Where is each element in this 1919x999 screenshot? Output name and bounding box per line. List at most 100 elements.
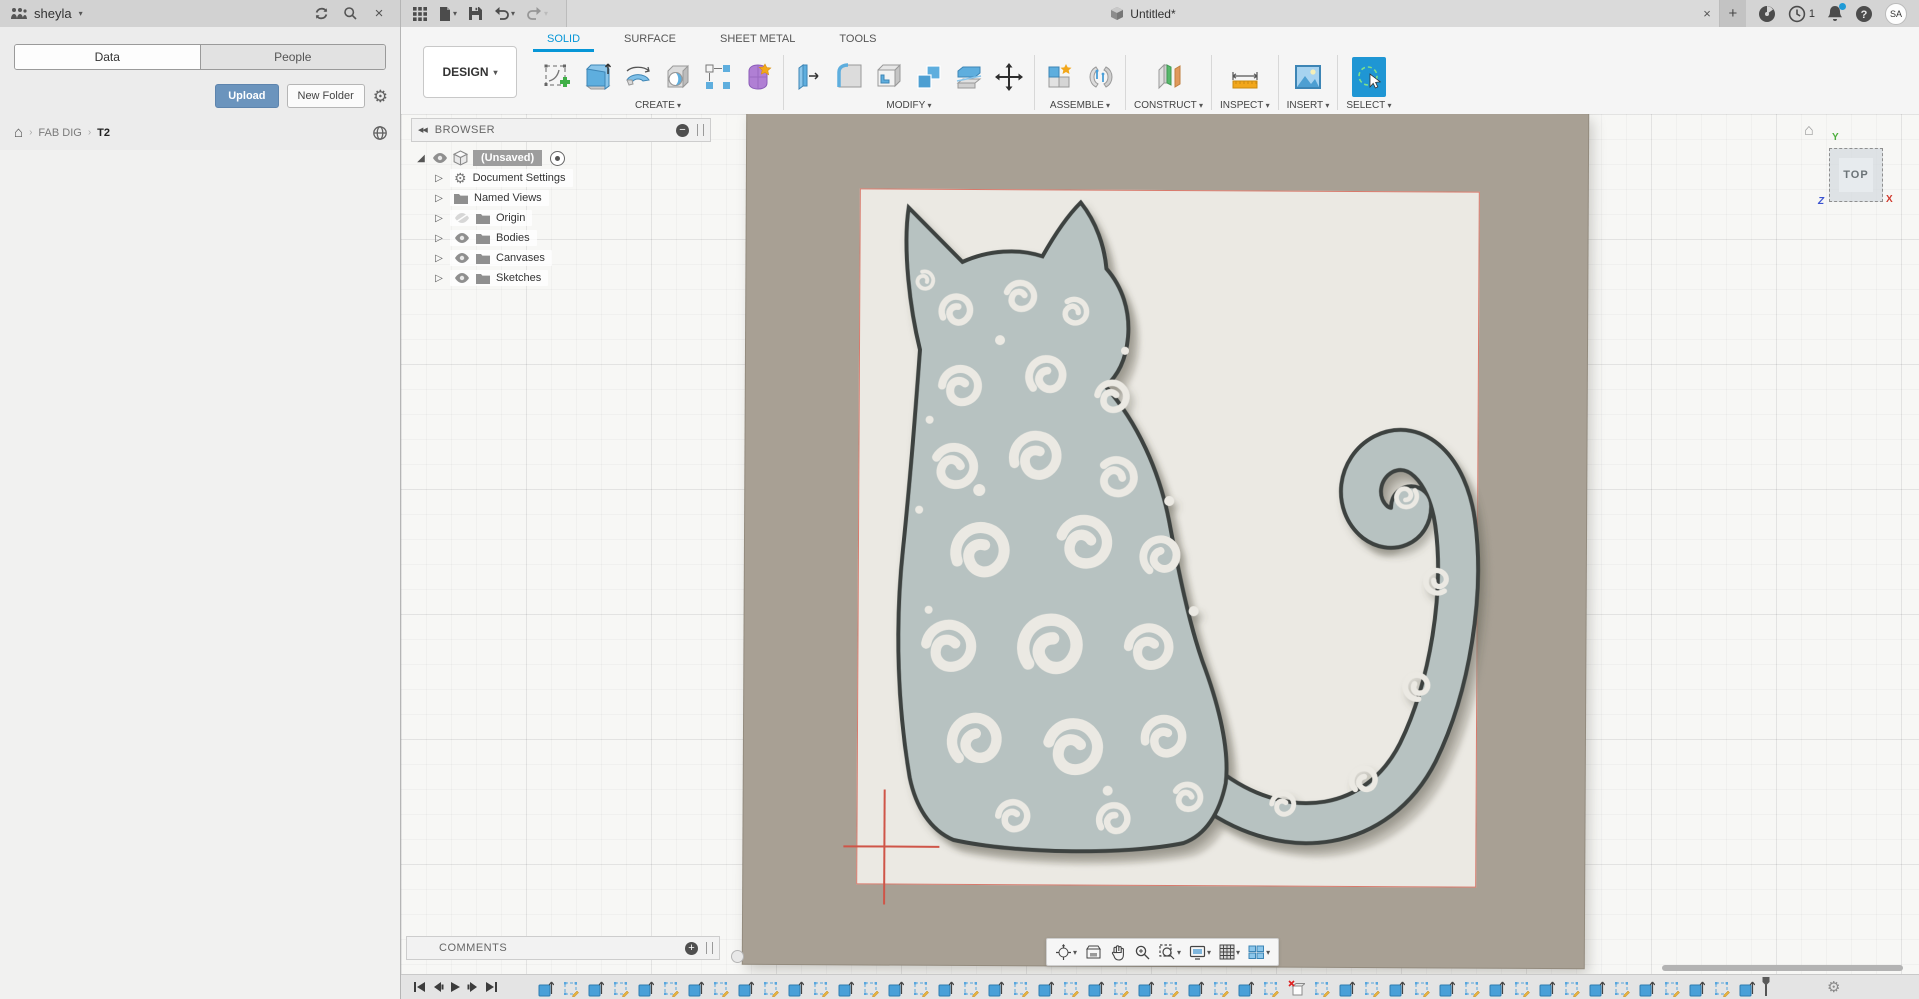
tree-row-origin[interactable]: ▷ Origin bbox=[411, 208, 711, 228]
tab-data[interactable]: Data bbox=[15, 45, 200, 69]
save-button[interactable] bbox=[465, 3, 486, 25]
tree-row-canvases[interactable]: ▷ Canvases bbox=[411, 248, 711, 268]
timeline-sketch-feature[interactable] bbox=[1664, 978, 1680, 997]
app-grid-icon[interactable] bbox=[409, 3, 431, 25]
data-settings-gear-icon[interactable]: ⚙ bbox=[373, 88, 388, 105]
file-list-area[interactable] bbox=[0, 150, 400, 999]
tree-label[interactable]: Canvases bbox=[496, 252, 545, 264]
new-component-icon[interactable] bbox=[1043, 57, 1077, 97]
create-sketch-icon[interactable] bbox=[541, 57, 575, 97]
breadcrumb-folder[interactable]: FAB DIG bbox=[38, 127, 81, 139]
zoom-button[interactable] bbox=[1130, 940, 1155, 964]
viewports-button[interactable]: ▾ bbox=[1244, 940, 1274, 964]
timeline-sketch-feature[interactable] bbox=[1314, 978, 1330, 997]
panel-resize-grip[interactable] bbox=[697, 124, 704, 136]
pan-button[interactable] bbox=[1106, 940, 1130, 964]
tree-collapsed-icon[interactable]: ▷ bbox=[433, 213, 445, 224]
shell-icon[interactable] bbox=[872, 57, 906, 97]
timeline-extrude-feature[interactable] bbox=[1589, 978, 1605, 997]
timeline-scrollbar[interactable] bbox=[1662, 965, 1903, 971]
timeline-failed-feature[interactable] bbox=[1288, 978, 1305, 997]
tree-label[interactable]: Document Settings bbox=[473, 172, 566, 184]
tree-collapsed-icon[interactable]: ▷ bbox=[433, 193, 445, 204]
viewcube-top-face[interactable]: TOP bbox=[1829, 148, 1883, 202]
undo-button[interactable]: ▾ bbox=[490, 3, 519, 25]
timeline-sketch-feature[interactable] bbox=[1614, 978, 1630, 997]
timeline-sketch-feature[interactable] bbox=[813, 978, 829, 997]
panel-drag-handle[interactable] bbox=[731, 950, 744, 963]
timeline-sketch-feature[interactable] bbox=[1714, 978, 1730, 997]
timeline-extrude-feature[interactable] bbox=[1188, 978, 1204, 997]
timeline-extrude-feature[interactable] bbox=[988, 978, 1004, 997]
workspace-selector[interactable]: DESIGN▾ bbox=[423, 46, 517, 98]
timeline-sketch-feature[interactable] bbox=[613, 978, 629, 997]
upload-button[interactable]: Upload bbox=[215, 84, 278, 108]
timeline-sketch-feature[interactable] bbox=[913, 978, 929, 997]
redo-button[interactable]: ▾ bbox=[523, 3, 552, 25]
create-form-icon[interactable] bbox=[741, 57, 775, 97]
construct-plane-icon[interactable] bbox=[1152, 57, 1186, 97]
eye-icon[interactable] bbox=[432, 153, 448, 163]
tree-collapsed-icon[interactable]: ▷ bbox=[433, 233, 445, 244]
activate-component-radio[interactable] bbox=[550, 151, 565, 166]
tree-label[interactable]: Sketches bbox=[496, 272, 541, 284]
revolve-icon[interactable] bbox=[621, 57, 655, 97]
file-menu-button[interactable]: ▾ bbox=[435, 3, 461, 25]
job-status-icon[interactable]: 1 bbox=[1788, 5, 1815, 23]
notification-bell-icon[interactable] bbox=[1827, 5, 1843, 23]
measure-icon[interactable] bbox=[1228, 57, 1262, 97]
avatar[interactable]: SA bbox=[1885, 3, 1907, 25]
add-comment-icon[interactable]: + bbox=[685, 942, 698, 955]
timeline-extrude-feature[interactable] bbox=[588, 978, 604, 997]
tree-label[interactable]: Named Views bbox=[474, 192, 542, 204]
timeline-extrude-feature[interactable] bbox=[788, 978, 804, 997]
timeline-sketch-feature[interactable] bbox=[563, 978, 579, 997]
timeline-extrude-feature[interactable] bbox=[1489, 978, 1505, 997]
tree-row-document-settings[interactable]: ▷ ⚙Document Settings bbox=[411, 168, 711, 188]
timeline-extrude-feature[interactable] bbox=[1689, 978, 1705, 997]
timeline-extrude-feature[interactable] bbox=[1088, 978, 1104, 997]
comments-header[interactable]: COMMENTS + bbox=[406, 936, 720, 960]
timeline-sketch-feature[interactable] bbox=[963, 978, 979, 997]
new-tab-button[interactable]: + bbox=[1720, 0, 1746, 27]
look-at-button[interactable] bbox=[1081, 940, 1106, 964]
panel-resize-grip[interactable] bbox=[706, 942, 713, 954]
timeline-extrude-feature[interactable] bbox=[1238, 978, 1254, 997]
timeline-extrude-feature[interactable] bbox=[1639, 978, 1655, 997]
timeline-extrude-feature[interactable] bbox=[838, 978, 854, 997]
timeline-sketch-feature[interactable] bbox=[1564, 978, 1580, 997]
step-forward-button[interactable] bbox=[467, 981, 479, 993]
eye-icon[interactable] bbox=[454, 273, 470, 283]
tab-tools[interactable]: TOOLS bbox=[825, 31, 890, 52]
orbit-button[interactable]: ▾ bbox=[1051, 940, 1081, 964]
browser-root-row[interactable]: ◢ (Unsaved) bbox=[411, 148, 711, 168]
home-icon[interactable]: ⌂ bbox=[14, 124, 23, 141]
hub-name[interactable]: sheyla bbox=[34, 6, 72, 21]
grid-snap-button[interactable]: ▾ bbox=[1215, 940, 1244, 964]
tree-expanded-icon[interactable]: ◢ bbox=[415, 153, 427, 164]
timeline-extrude-feature[interactable] bbox=[638, 978, 654, 997]
timeline-extrude-feature[interactable] bbox=[888, 978, 904, 997]
joint-icon[interactable] bbox=[1083, 57, 1117, 97]
rectangular-pattern-icon[interactable] bbox=[701, 57, 735, 97]
timeline-sketch-feature[interactable] bbox=[1063, 978, 1079, 997]
timeline-extrude-feature[interactable] bbox=[1539, 978, 1555, 997]
viewcube-home-icon[interactable]: ⌂ bbox=[1804, 122, 1814, 140]
display-settings-button[interactable]: ▾ bbox=[1185, 940, 1215, 964]
group-label-modify[interactable]: MODIFY bbox=[886, 100, 931, 111]
new-folder-button[interactable]: New Folder bbox=[287, 84, 365, 108]
tree-label[interactable]: Origin bbox=[496, 212, 525, 224]
timeline-options-gear-icon[interactable]: ⚙ bbox=[1827, 980, 1840, 995]
timeline-sketch-feature[interactable] bbox=[863, 978, 879, 997]
tree-row-sketches[interactable]: ▷ Sketches bbox=[411, 268, 711, 288]
timeline-sketch-feature[interactable] bbox=[663, 978, 679, 997]
tab-people[interactable]: People bbox=[200, 45, 386, 69]
board-body[interactable] bbox=[743, 114, 1588, 968]
root-document-label[interactable]: (Unsaved) bbox=[473, 150, 542, 166]
viewport[interactable]: ◀◀ BROWSER − ◢ (Unsaved) ▷ ⚙Document Set… bbox=[401, 114, 1919, 975]
group-label-assemble[interactable]: ASSEMBLE bbox=[1050, 100, 1110, 111]
split-body-icon[interactable] bbox=[952, 57, 986, 97]
press-pull-icon[interactable] bbox=[792, 57, 826, 97]
tree-collapsed-icon[interactable]: ▷ bbox=[433, 253, 445, 264]
timeline-extrude-feature[interactable] bbox=[1339, 978, 1355, 997]
